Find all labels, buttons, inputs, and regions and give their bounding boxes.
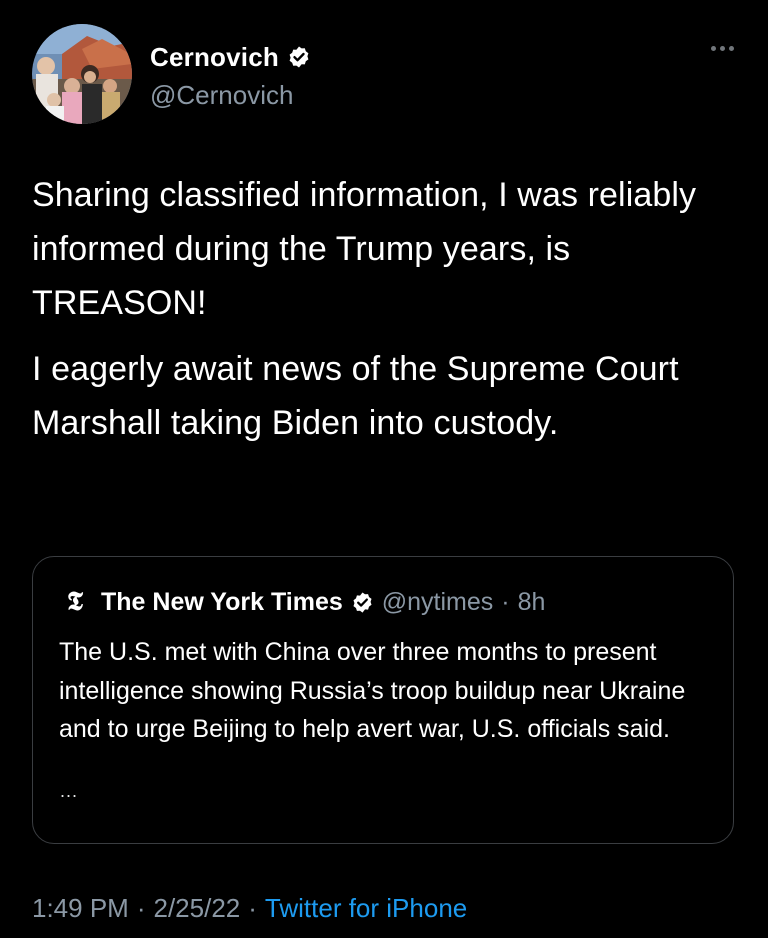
more-dot bbox=[711, 46, 716, 51]
quoted-tweet-time: 8h bbox=[517, 588, 546, 616]
tweet-date[interactable]: 2/25/22 bbox=[154, 893, 241, 924]
more-dot bbox=[720, 46, 725, 51]
author-handle[interactable]: @Cernovich bbox=[150, 80, 311, 111]
separator-dot: · bbox=[248, 893, 257, 923]
quoted-tweet-text: The U.S. met with China over three month… bbox=[59, 638, 686, 743]
tweet-time[interactable]: 1:49 PM bbox=[32, 893, 129, 924]
more-options-icon[interactable] bbox=[711, 46, 734, 51]
tweet-paragraph: Sharing classified information, I was re… bbox=[32, 176, 697, 322]
quoted-author-name: The New York Times bbox=[101, 588, 343, 616]
more-dot bbox=[729, 46, 734, 51]
separator-dot: · bbox=[501, 588, 510, 616]
quoted-author-handle: @nytimes bbox=[381, 588, 494, 616]
quoted-tweet-ellipsis: ... bbox=[60, 781, 79, 801]
tweet-paragraph: I eagerly await news of the Supreme Cour… bbox=[32, 350, 679, 442]
avatar[interactable] bbox=[32, 24, 132, 124]
tweet-text: Sharing classified information, I was re… bbox=[32, 168, 732, 450]
separator-dot: · bbox=[136, 893, 146, 923]
avatar-photo bbox=[32, 24, 132, 124]
verified-badge-icon bbox=[351, 591, 374, 614]
nyt-logo-icon: 𝕿 bbox=[67, 587, 83, 617]
tweet-meta: 1:49 PM · 2/25/22 · Twitter for iPhone bbox=[32, 893, 467, 924]
verified-badge-icon bbox=[287, 45, 311, 69]
tweet-source-link[interactable]: Twitter for iPhone bbox=[265, 893, 467, 924]
author-display-name[interactable]: Cernovich bbox=[150, 42, 279, 73]
name-row: Cernovich bbox=[150, 40, 311, 74]
quoted-tweet[interactable]: 𝕿 The New York Times @nytimes · 8h The U… bbox=[32, 556, 734, 844]
quoted-tweet-header: 𝕿 The New York Times @nytimes · 8h bbox=[59, 587, 545, 618]
tweet-detail: Cernovich @Cernovich Sharing classified … bbox=[0, 0, 768, 938]
author-block: Cernovich @Cernovich bbox=[150, 40, 311, 111]
